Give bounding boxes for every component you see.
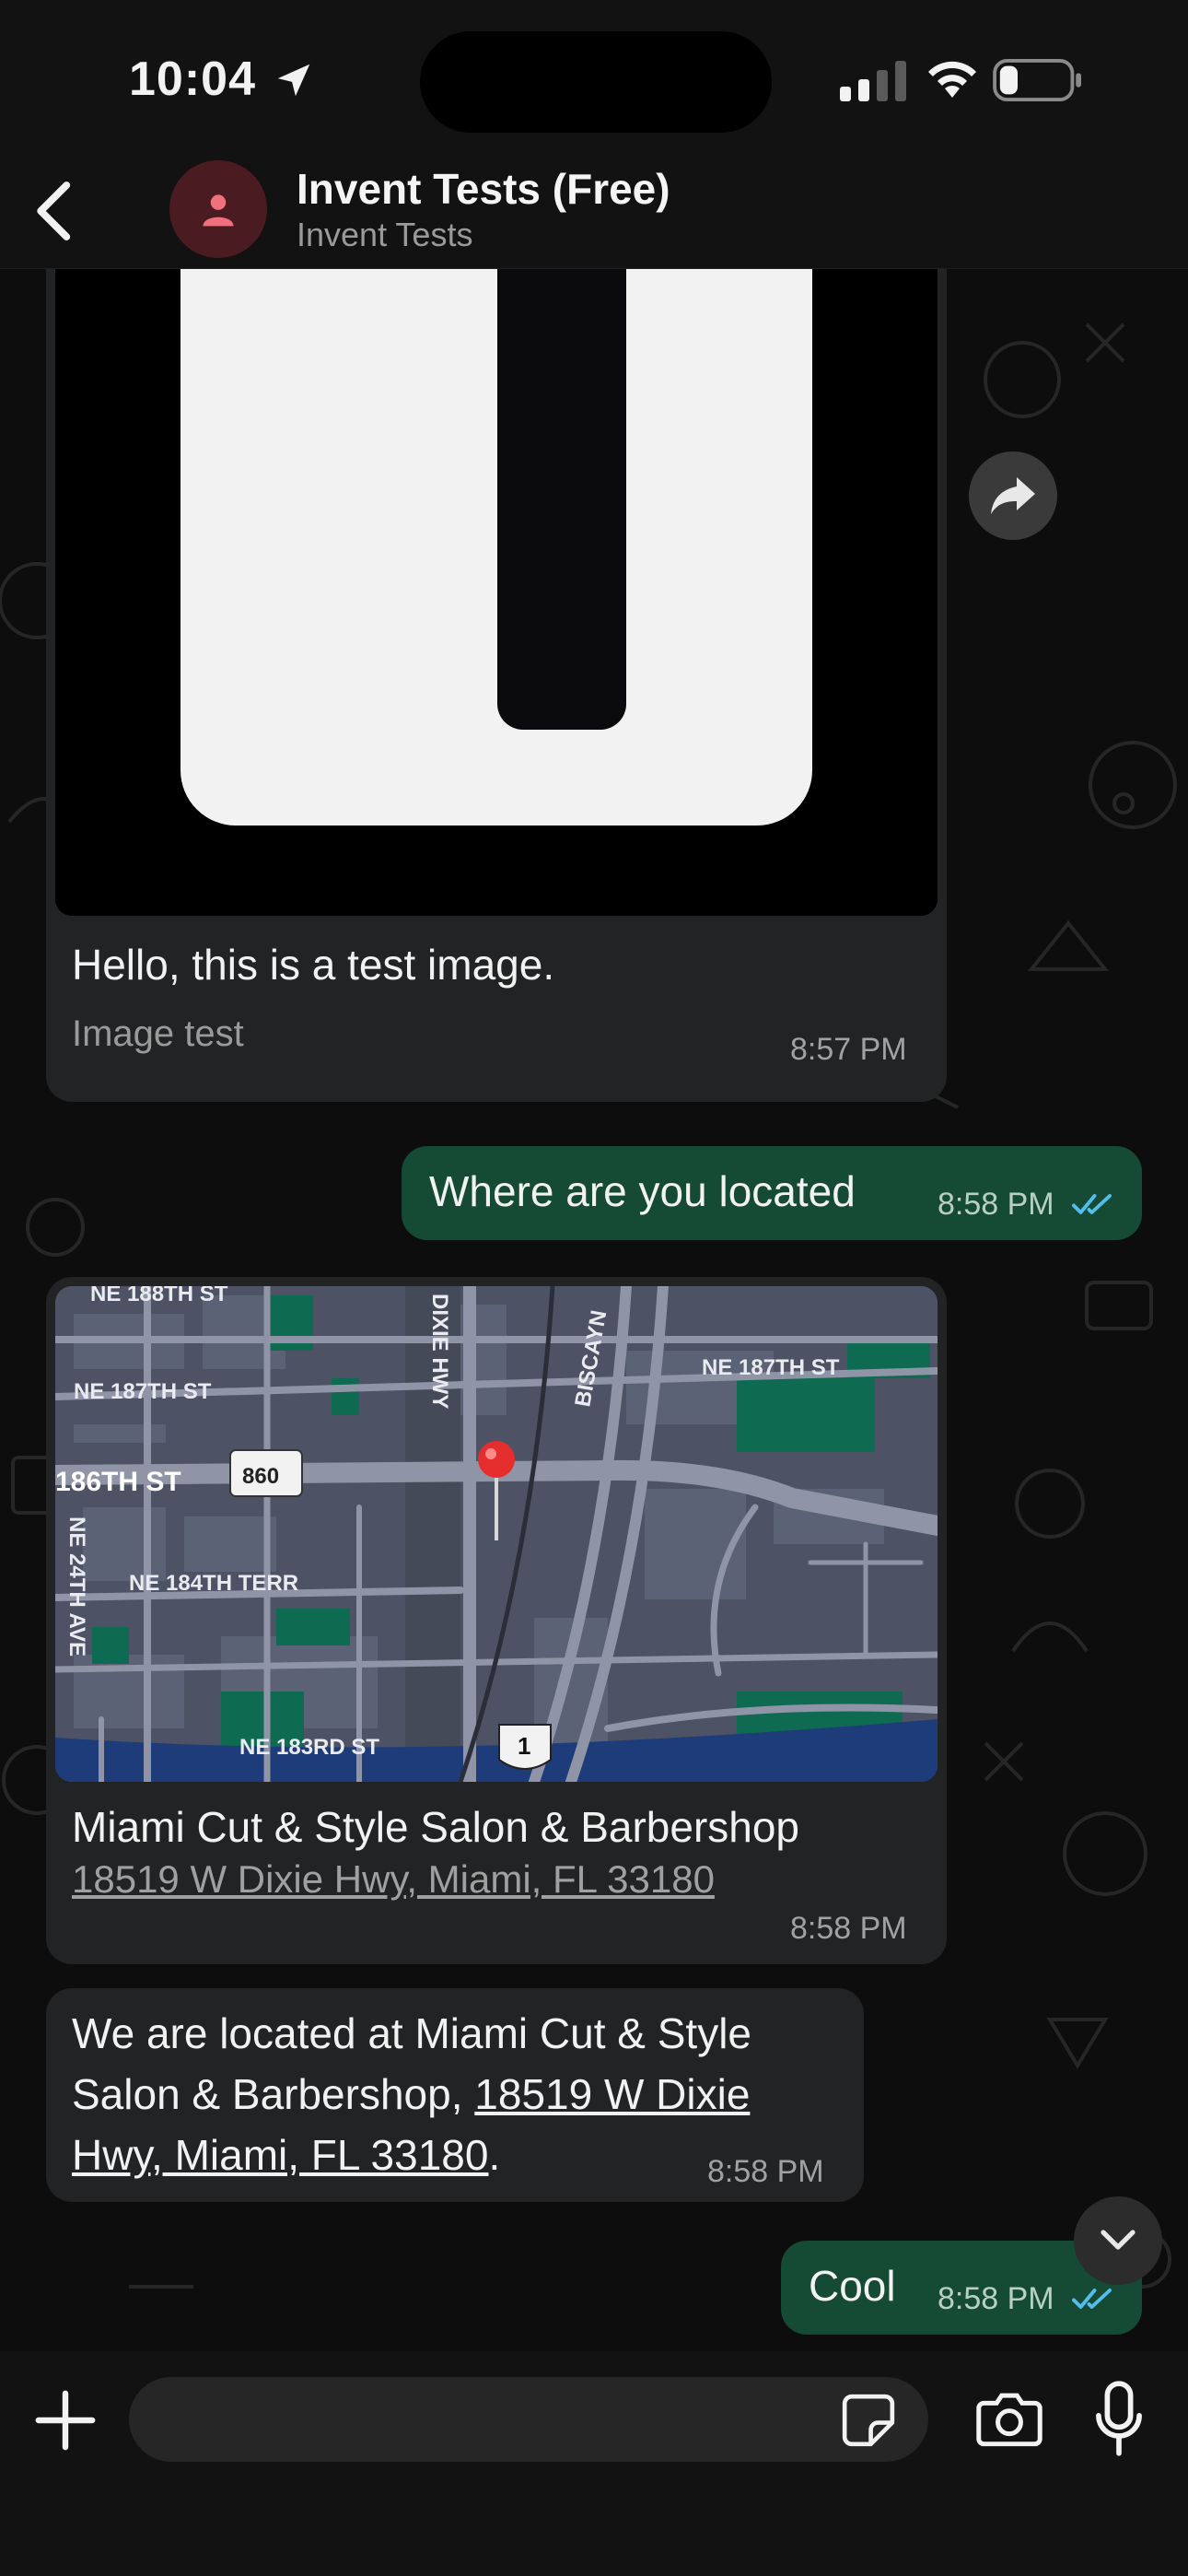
plus-icon[interactable]	[33, 2388, 98, 2453]
input-bar	[0, 2351, 1188, 2576]
forward-icon	[991, 477, 1035, 514]
message-text: Where are you located	[429, 1167, 856, 1215]
address-link[interactable]: Hwy, Miami, FL 33180	[72, 2131, 488, 2179]
map-label: DIXIE HWY	[427, 1294, 452, 1409]
status-bar: 10:04	[0, 0, 1188, 147]
incoming-message[interactable]: We are located at Miami Cut & Style Salo…	[46, 1988, 864, 2202]
back-chevron-icon[interactable]	[28, 179, 83, 243]
outgoing-message[interactable]: Where are you located 8:58 PM	[402, 1146, 1142, 1240]
double-check-icon	[1072, 1194, 1112, 1214]
map-image: NE 188TH ST NE 187TH ST NE 187TH ST NE 1…	[55, 1286, 938, 1782]
map-label: NE 188TH ST	[90, 1286, 228, 1306]
map-label: NE 184TH TERR	[129, 1571, 298, 1596]
map-shield: 860	[242, 1464, 279, 1489]
person-icon	[203, 194, 234, 227]
forward-button[interactable]	[969, 451, 1057, 540]
chat-area[interactable]: Hello, this is a test image. Image test …	[0, 269, 1188, 2351]
image-message[interactable]: Hello, this is a test image. Image test …	[46, 269, 947, 1102]
chat-header: Invent Tests (Free) Invent Tests	[0, 147, 1188, 269]
location-message[interactable]: NE 188TH ST NE 187TH ST NE 187TH ST NE 1…	[46, 1277, 947, 1964]
double-check-icon	[1072, 2289, 1112, 2309]
chevron-down-icon	[1101, 2230, 1136, 2250]
address-link[interactable]: 18519 W Dixie	[474, 2070, 750, 2118]
image-shape-dark	[497, 269, 626, 730]
wifi-icon	[928, 61, 976, 98]
message-time: 8:58 PM	[790, 1911, 907, 1946]
microphone-icon[interactable]	[1094, 2381, 1144, 2456]
status-time: 10:04	[129, 53, 256, 106]
image-caption: Hello, this is a test image.	[72, 941, 555, 989]
location-name[interactable]: Miami Cut & Style Salon & Barbershop	[72, 1802, 799, 1852]
message-line: Salon & Barbershop, 18519 W Dixie	[72, 2064, 751, 2125]
message-time: 8:57 PM	[790, 1032, 907, 1067]
map-label: NE 183RD ST	[239, 1735, 379, 1760]
chat-subtitle: Invent Tests	[297, 216, 473, 253]
avatar[interactable]	[169, 160, 267, 258]
message-input[interactable]	[129, 2377, 928, 2462]
message-time: 8:58 PM	[938, 1187, 1054, 1222]
dynamic-island	[420, 31, 772, 133]
image-shape-light	[181, 269, 812, 825]
message-line: We are located at Miami Cut & Style	[72, 2009, 751, 2057]
message-image[interactable]	[55, 269, 938, 916]
scroll-to-bottom-button[interactable]	[1074, 2196, 1162, 2285]
message-text: Cool	[809, 2262, 896, 2310]
chat-title[interactable]: Invent Tests (Free)	[297, 164, 670, 214]
map-label: NE 187TH ST	[702, 1355, 840, 1380]
message-text: .	[488, 2131, 501, 2179]
location-map[interactable]: NE 188TH ST NE 187TH ST NE 187TH ST NE 1…	[55, 1286, 938, 1782]
message-time: 8:58 PM	[707, 2154, 824, 2189]
location-address[interactable]: 18519 W Dixie Hwy, Miami, FL 33180	[72, 1857, 715, 1902]
map-label: 186TH ST	[55, 1467, 181, 1497]
camera-icon[interactable]	[976, 2388, 1042, 2449]
signal-icon	[840, 61, 906, 101]
message-time: 8:58 PM	[938, 2281, 1054, 2316]
map-shield: 1	[518, 1732, 530, 1760]
map-label: NE 187TH ST	[74, 1379, 212, 1404]
message-text: Salon & Barbershop,	[72, 2070, 475, 2118]
sticker-icon[interactable]	[840, 2392, 897, 2449]
map-label: NE 24TH AVE	[64, 1516, 89, 1657]
location-arrow-icon	[277, 64, 310, 97]
message-line: Hwy, Miami, FL 33180.	[72, 2125, 751, 2185]
image-footer: Image test	[72, 1013, 244, 1054]
battery-icon	[993, 59, 1081, 101]
